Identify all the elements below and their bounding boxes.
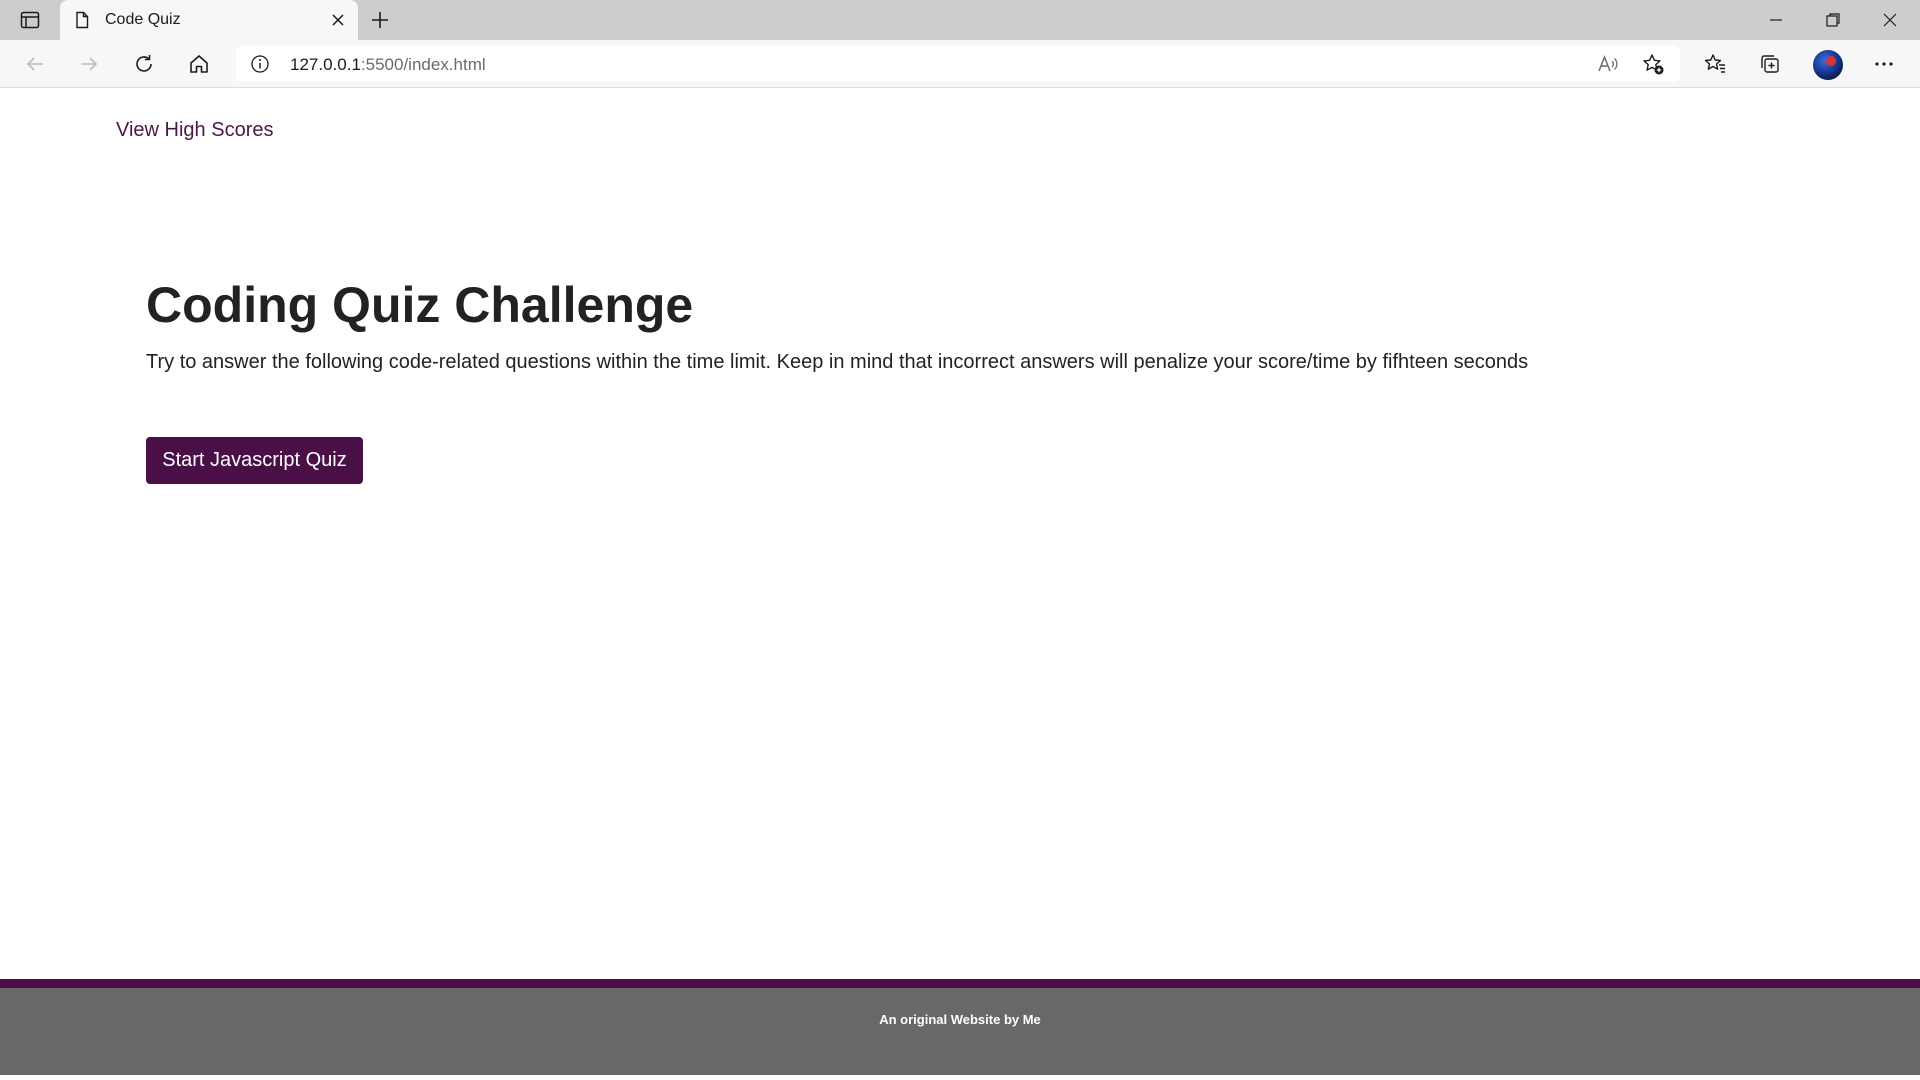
footer-text: An original Website by Me — [879, 1012, 1041, 1027]
page-title: Coding Quiz Challenge — [146, 277, 694, 333]
collections-icon[interactable] — [1756, 50, 1784, 78]
home-icon[interactable] — [185, 50, 213, 78]
back-icon[interactable] — [21, 50, 49, 78]
tab-title: Code Quiz — [105, 11, 181, 28]
favorites-icon[interactable] — [1701, 50, 1729, 78]
browser-tab-bar: Code Quiz — [0, 0, 1920, 40]
more-options-icon[interactable] — [1870, 50, 1898, 78]
intro-text: Try to answer the following code-related… — [146, 351, 1529, 373]
close-tab-icon[interactable] — [328, 10, 348, 30]
url-path: :5500/index.html — [360, 55, 486, 74]
url-text[interactable]: 127.0.0.1:5500/index.html — [290, 55, 486, 75]
forward-icon[interactable] — [75, 50, 103, 78]
site-info-icon[interactable] — [250, 54, 270, 74]
browser-toolbar: 127.0.0.1:5500/index.html — [0, 40, 1920, 88]
url-host: 127.0.0.1 — [290, 55, 361, 74]
footer-body — [0, 988, 1920, 1075]
view-high-scores-link[interactable]: View High Scores — [116, 119, 273, 142]
refresh-icon[interactable] — [130, 50, 158, 78]
read-aloud-icon[interactable] — [1596, 52, 1620, 76]
add-favorite-icon[interactable] — [1641, 52, 1665, 76]
new-tab-icon[interactable] — [367, 8, 393, 32]
page-icon — [72, 10, 92, 30]
tab-actions-icon[interactable] — [18, 9, 42, 31]
footer-border — [0, 979, 1920, 988]
restore-icon[interactable] — [1821, 8, 1845, 32]
close-window-icon[interactable] — [1878, 8, 1902, 32]
tab-code-quiz[interactable]: Code Quiz — [60, 0, 358, 40]
profile-avatar[interactable] — [1813, 50, 1843, 80]
minimize-icon[interactable] — [1764, 8, 1788, 32]
address-bar[interactable]: 127.0.0.1:5500/index.html — [236, 46, 1680, 82]
footer: An original Website by Me — [0, 979, 1920, 1079]
start-quiz-button[interactable]: Start Javascript Quiz — [146, 437, 363, 484]
page-content: View High Scores Coding Quiz Challenge T… — [0, 89, 1920, 1080]
